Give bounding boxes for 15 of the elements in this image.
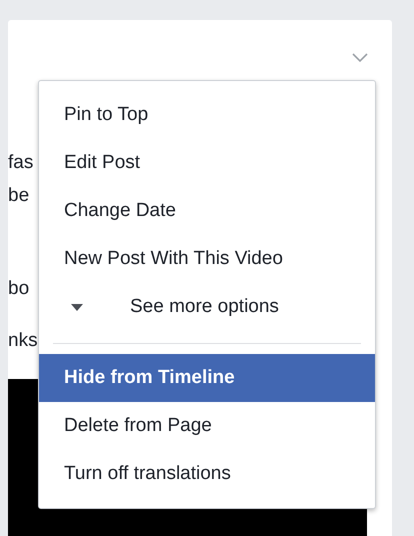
caret-icon <box>71 304 83 310</box>
post-text: nks <box>8 329 39 353</box>
menu-item[interactable]: Hide from Timeline <box>39 354 375 402</box>
menu-item[interactable]: Pin to Top <box>39 91 375 139</box>
menu-item[interactable]: Delete from Page <box>39 402 375 450</box>
post-text: fas <box>8 151 34 175</box>
menu-item-label: See more options <box>130 296 279 318</box>
post-text: be <box>8 184 30 208</box>
menu-item[interactable]: Change Date <box>39 187 375 235</box>
menu-item[interactable]: New Post With This Video <box>39 235 375 283</box>
post-text: bo <box>8 277 30 301</box>
menu-item[interactable]: See more options <box>39 283 375 331</box>
menu-item[interactable]: Edit Post <box>39 139 375 187</box>
menu-item[interactable]: Turn off translations <box>39 450 375 498</box>
chevron-down-icon[interactable] <box>352 53 368 62</box>
